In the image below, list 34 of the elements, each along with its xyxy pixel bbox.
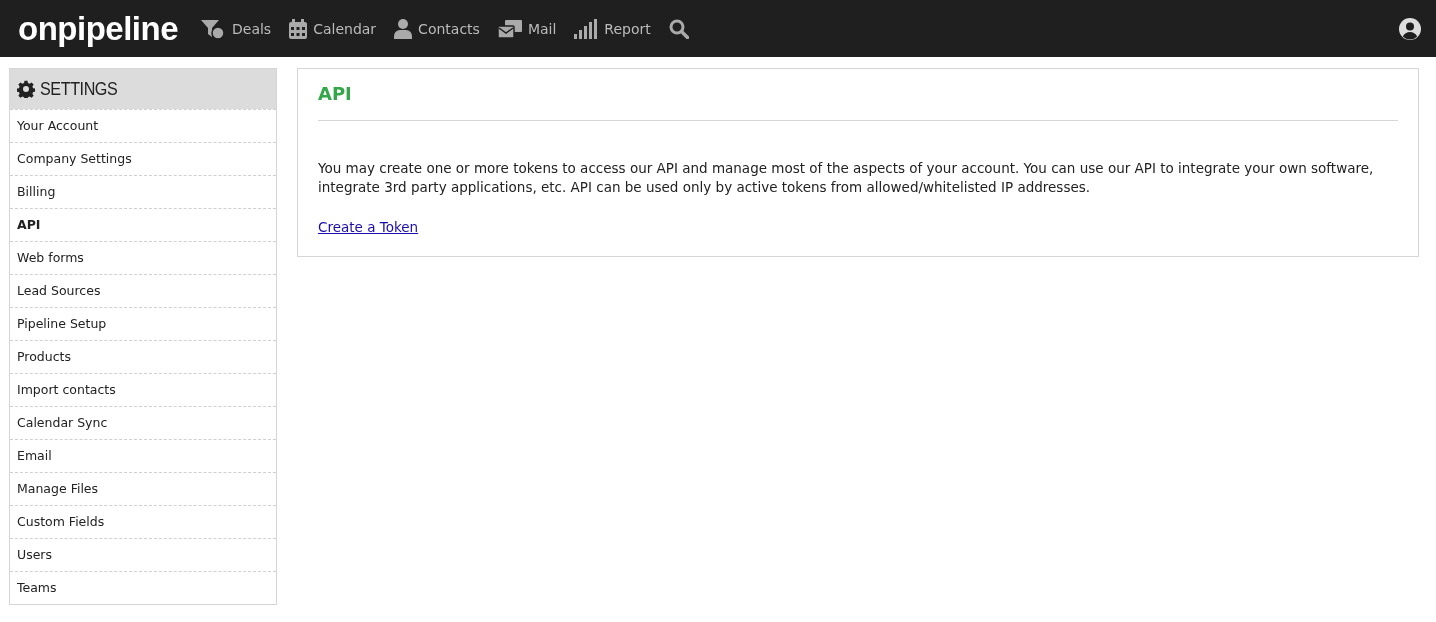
sidebar-item[interactable]: Email bbox=[10, 439, 276, 472]
settings-icon bbox=[17, 80, 35, 98]
funnel-coin-icon bbox=[200, 17, 226, 40]
logo[interactable]: onpipeline bbox=[18, 12, 178, 45]
sidebar-item[interactable]: Manage Files bbox=[10, 472, 276, 505]
sidebar-item[interactable]: Lead Sources bbox=[10, 274, 276, 307]
sidebar-item[interactable]: Teams bbox=[10, 571, 276, 604]
nav-link[interactable]: Contacts bbox=[394, 18, 480, 39]
user-avatar-icon[interactable] bbox=[1398, 16, 1422, 41]
sidebar-item[interactable]: API bbox=[10, 208, 276, 241]
signal-bars-icon bbox=[574, 18, 599, 39]
sidebar-title: SETTINGS bbox=[40, 78, 118, 100]
sidebar-item[interactable]: Company Settings bbox=[10, 142, 276, 175]
description-text: You may create one or more tokens to access our API and manage most of the aspects of your account. You can use our API to integrate your own software, integrate 3rd party applications, etc. API can be used only by active tokens from allowed/whitelisted IP addresses. bbox=[318, 159, 1375, 197]
nav-link[interactable]: Mail bbox=[497, 18, 557, 39]
person-icon bbox=[394, 18, 413, 39]
sidebar-item[interactable]: Web forms bbox=[10, 241, 276, 274]
sidebar-item[interactable]: Billing bbox=[10, 175, 276, 208]
sidebar-item[interactable]: Calendar Sync bbox=[10, 406, 276, 439]
nav-link[interactable]: Report bbox=[574, 18, 651, 39]
page-title: API bbox=[318, 83, 1398, 121]
sidebar-item[interactable]: Products bbox=[10, 340, 276, 373]
sidebar-item[interactable]: Import contacts bbox=[10, 373, 276, 406]
calendar-icon bbox=[289, 18, 308, 39]
search-icon bbox=[668, 18, 689, 39]
nav-link[interactable]: Calendar bbox=[289, 18, 377, 39]
sidebar-item[interactable]: Users bbox=[10, 538, 276, 571]
sidebar-item[interactable]: Custom Fields bbox=[10, 505, 276, 538]
sidebar-item[interactable]: Pipeline Setup bbox=[10, 307, 276, 340]
mail-icon bbox=[497, 18, 522, 39]
create-token-link[interactable]: Create a Token bbox=[318, 219, 419, 235]
sidebar-item[interactable]: Your Account bbox=[10, 109, 276, 142]
nav-link[interactable]: Deals bbox=[200, 17, 272, 40]
search-button[interactable] bbox=[668, 18, 689, 39]
